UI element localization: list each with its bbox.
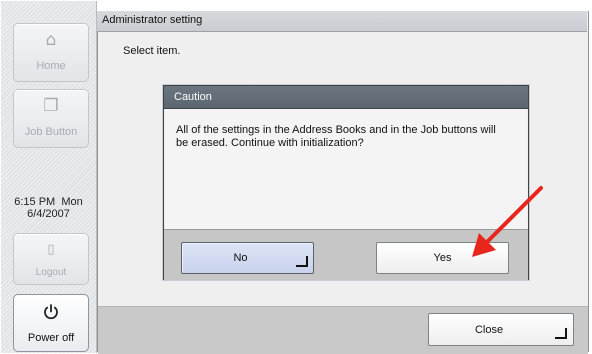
annotation-arrow-icon <box>472 186 543 257</box>
